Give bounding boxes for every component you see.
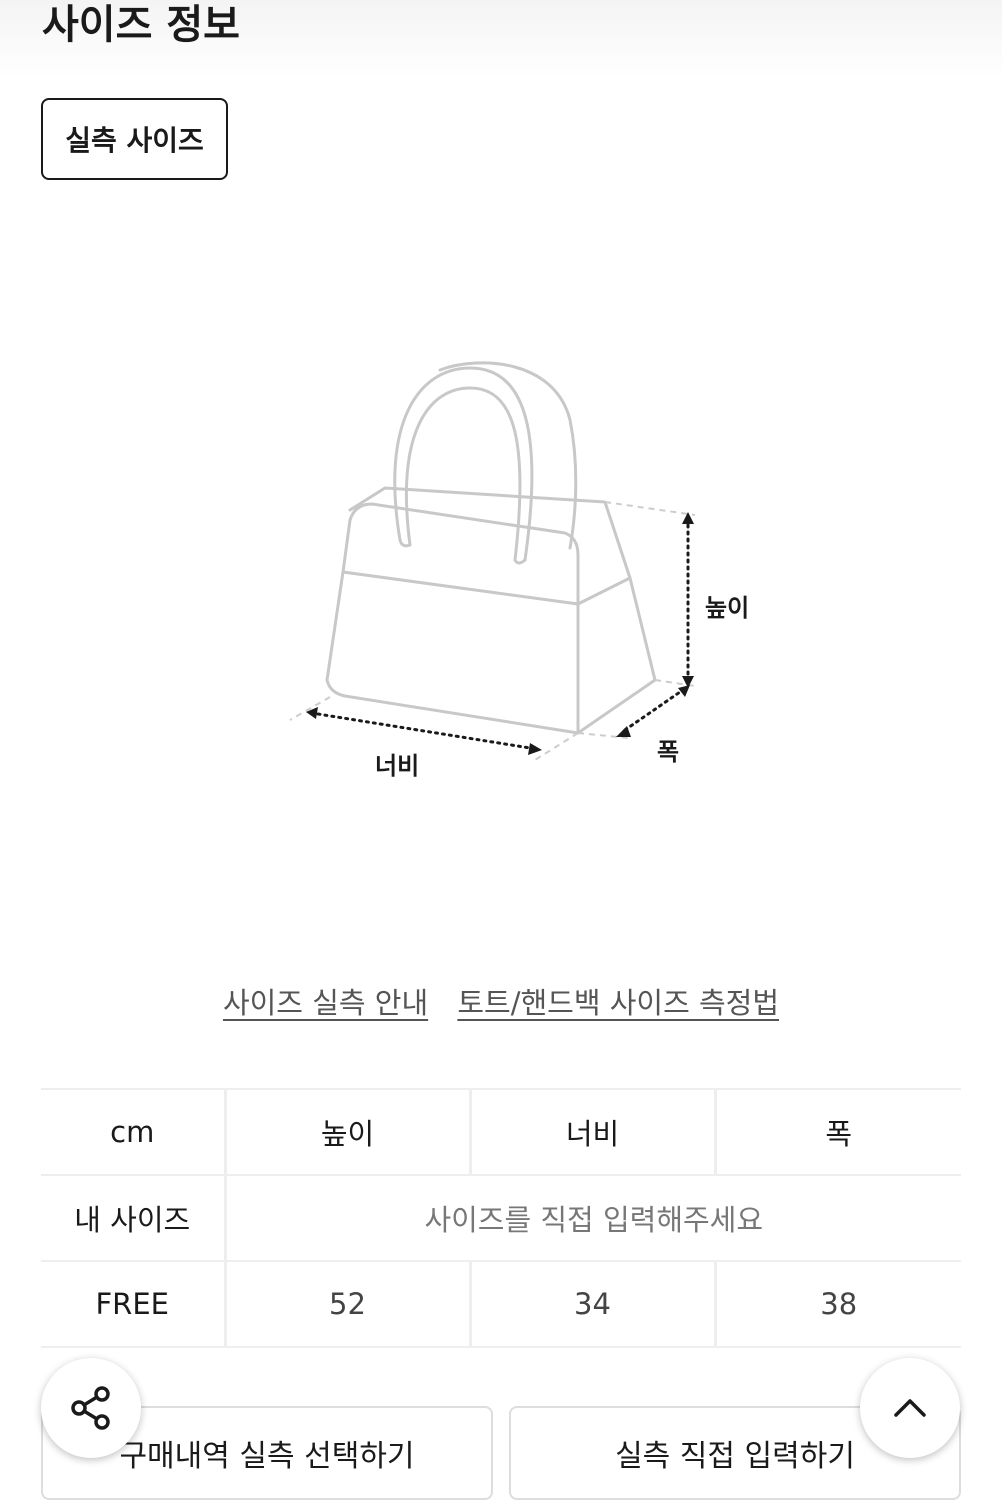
my-size-input[interactable]: 사이즈를 직접 입력해주세요: [223, 1174, 961, 1262]
row-label: FREE: [41, 1260, 225, 1348]
table-cell: 52: [223, 1260, 470, 1348]
my-size-row: 내 사이즈 사이즈를 직접 입력해주세요: [41, 1174, 961, 1262]
row-label: 내 사이즈: [41, 1174, 225, 1262]
bag-size-illustration: 높이 너비 폭: [280, 350, 780, 800]
chevron-up-icon: [894, 1399, 926, 1417]
table-cell: 38: [713, 1260, 961, 1348]
label-height: 높이: [705, 594, 750, 622]
label-width: 너비: [375, 752, 420, 780]
measure-method-link[interactable]: 토트/핸드백 사이즈 측정법: [457, 986, 779, 1020]
page-title: 사이즈 정보: [42, 2, 240, 48]
table-row: FREE 52 34 38: [41, 1260, 961, 1348]
label-depth: 폭: [657, 738, 680, 766]
scroll-top-button[interactable]: [860, 1358, 960, 1458]
table-cell: 34: [468, 1260, 715, 1348]
guide-links: 사이즈 실측 안내 토트/핸드백 사이즈 측정법: [0, 980, 1002, 1022]
column-header: cm: [41, 1088, 225, 1176]
share-icon: [71, 1386, 110, 1430]
column-header: 높이: [223, 1088, 470, 1176]
table-header-row: cm 높이 너비 폭: [41, 1088, 961, 1176]
size-table: cm 높이 너비 폭 내 사이즈 사이즈를 직접 입력해주세요 FREE 52 …: [41, 1088, 961, 1348]
share-button[interactable]: [41, 1358, 141, 1458]
column-header: 너비: [468, 1088, 715, 1176]
column-header: 폭: [713, 1088, 961, 1176]
size-guide-link[interactable]: 사이즈 실측 안내: [223, 986, 428, 1020]
handbag-drawing: [289, 361, 696, 761]
tab-actual-size[interactable]: 실측 사이즈: [41, 98, 228, 180]
